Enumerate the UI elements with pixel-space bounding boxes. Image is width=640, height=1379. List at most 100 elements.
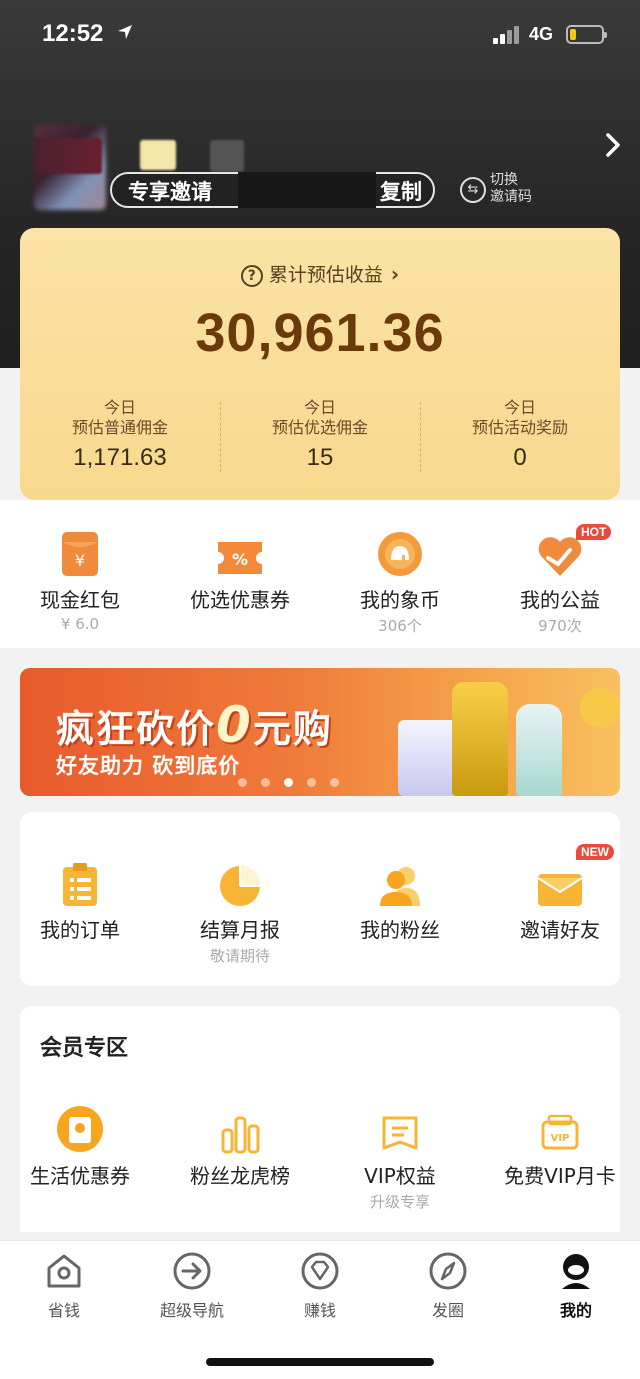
fans-icon	[380, 867, 420, 906]
switch-icon[interactable]: ⇆	[460, 177, 486, 203]
tab-label: 发圈	[431, 1301, 464, 1320]
invite-code-redacted	[238, 172, 376, 208]
switch-invite-code-button[interactable]: 切换 邀请码	[490, 172, 532, 206]
tools-card: 我的订单 结算月报 敬请期待 我的粉丝 NEW 邀请好友	[20, 812, 620, 986]
earnings-column-value: 15	[306, 444, 334, 471]
pagination-dot[interactable]	[330, 778, 339, 787]
order-list-icon	[63, 863, 97, 906]
pagination-dot[interactable]	[238, 778, 247, 787]
promo-banner[interactable]: 疯狂砍价0元购 好友助力 砍到底价	[20, 668, 620, 796]
tool-monthly-report[interactable]: 结算月报 敬请期待	[160, 856, 320, 966]
invite-envelope-icon	[537, 874, 583, 906]
help-icon[interactable]: ?	[240, 265, 263, 287]
tab-earn-money[interactable]: 赚钱	[256, 1251, 384, 1321]
earnings-title-row[interactable]: ? 累计预估收益 ›	[20, 260, 620, 287]
bar-ranking-icon	[221, 1116, 260, 1154]
tool-invite-friends[interactable]: NEW 邀请好友	[480, 844, 640, 966]
member-zone-title: 会员专区	[40, 1036, 129, 1061]
tool-label: 我的粉丝	[360, 918, 440, 942]
tab-label: 超级导航	[159, 1301, 224, 1320]
earnings-column-value: 0	[513, 444, 527, 471]
member-item-label: VIP权益	[364, 1164, 436, 1188]
quick-item-coupon[interactable]: % 优选优惠券	[160, 526, 320, 636]
earnings-total: 30,961.36	[195, 303, 445, 363]
coupon-icon: %	[218, 542, 262, 574]
home-icon	[47, 1254, 81, 1288]
chevron-right-icon[interactable]	[604, 132, 622, 158]
earnings-day: 今日	[503, 398, 536, 417]
tool-label: 邀请好友	[520, 918, 600, 942]
tool-my-fans[interactable]: 我的粉丝	[320, 856, 480, 966]
tab-mine[interactable]: 我的	[512, 1251, 640, 1321]
banner-pagination	[238, 778, 339, 787]
elephant-coin-icon	[378, 532, 422, 576]
tab-label: 赚钱	[303, 1301, 336, 1320]
banner-title-part: 疯狂砍价	[56, 707, 217, 751]
quick-item-cash-red-packet[interactable]: ¥ 现金红包 ¥ 6.0	[0, 526, 160, 636]
member-item-vip-rights[interactable]: VIP权益 升级专享	[320, 1102, 480, 1212]
quick-actions-section: ¥ 现金红包 ¥ 6.0 % 优选优惠券 我的象币 306个 HOT 我的公益 …	[0, 500, 640, 648]
banner-subtitle: 好友助力 砍到底价	[56, 754, 241, 778]
tab-label: 我的	[559, 1301, 592, 1320]
earnings-column: 今日 预估优选佣金 15	[220, 398, 420, 478]
earnings-day: 今日	[303, 398, 336, 417]
username-redacted	[34, 138, 102, 174]
network-type: 4G	[529, 24, 554, 44]
pie-chart-icon	[220, 866, 260, 906]
tool-label: 我的订单	[40, 918, 120, 942]
quick-item-charity[interactable]: HOT 我的公益 970次	[480, 524, 640, 636]
member-item-life-coupon[interactable]: 生活优惠券	[0, 1102, 160, 1212]
member-item-sub: 升级专享	[369, 1193, 430, 1211]
hot-badge: HOT	[576, 524, 612, 540]
profile-icon	[562, 1254, 590, 1289]
svg-text:VIP: VIP	[551, 1133, 570, 1144]
quick-item-label: 现金红包	[40, 588, 120, 612]
member-item-label: 生活优惠券	[30, 1164, 130, 1188]
invite-code-label: 专享邀请	[128, 180, 212, 204]
quick-item-label: 我的公益	[520, 588, 600, 612]
earnings-breakdown: 今日 预估普通佣金 1,171.63 今日 预估优选佣金 15 今日 预估活动奖…	[20, 398, 620, 478]
pagination-dot-active[interactable]	[284, 778, 293, 787]
tab-label: 省钱	[47, 1301, 80, 1320]
tab-super-navigation[interactable]: 超级导航	[128, 1251, 256, 1321]
earnings-column-title: 预估活动奖励	[471, 418, 568, 437]
banner-title-zero: 0	[216, 696, 253, 754]
member-item-label: 免费VIP月卡	[504, 1164, 616, 1188]
earnings-card[interactable]: ? 累计预估收益 › 30,961.36 今日 预估普通佣金 1,171.63 今日…	[20, 228, 620, 500]
vip-card-icon: VIP	[541, 1114, 579, 1150]
quick-item-sub: 970次	[538, 617, 582, 635]
tool-my-orders[interactable]: 我的订单	[0, 856, 160, 966]
compass-icon	[429, 1252, 467, 1290]
username-redacted	[140, 140, 176, 170]
username-redacted	[210, 140, 244, 172]
earnings-day: 今日	[103, 398, 136, 417]
signal-icon	[493, 26, 521, 44]
earnings-column-title: 预估优选佣金	[271, 418, 368, 437]
member-item-vip-card[interactable]: VIP 免费VIP月卡	[480, 1102, 640, 1212]
location-arrow-icon	[118, 25, 132, 39]
life-coupon-icon	[57, 1106, 103, 1152]
quick-item-sub: ¥ 6.0	[60, 615, 100, 633]
tab-save-money[interactable]: 省钱	[0, 1251, 128, 1321]
battery-icon	[566, 25, 607, 44]
member-item-fan-ranking[interactable]: 粉丝龙虎榜	[160, 1102, 320, 1212]
quick-item-elephant-coins[interactable]: 我的象币 306个	[320, 526, 480, 636]
earnings-column: 今日 预估活动奖励 0	[420, 398, 620, 478]
decorative-orb-image	[580, 688, 620, 728]
banner-title: 疯狂砍价0元购	[56, 696, 333, 754]
earnings-column-title: 预估普通佣金	[71, 418, 168, 437]
copy-button[interactable]: 复制	[380, 176, 422, 206]
quick-item-label: 优选优惠券	[190, 588, 290, 612]
product-oil-bottle-image	[452, 682, 508, 796]
vip-rights-icon	[382, 1116, 418, 1150]
invite-code-label-small: 邀请码	[490, 189, 532, 205]
pagination-dot[interactable]	[261, 778, 270, 787]
earnings-title: 累计预估收益	[268, 264, 383, 286]
tab-post-moments[interactable]: 发圈	[384, 1251, 512, 1321]
earnings-column-value: 1,171.63	[73, 444, 167, 471]
chevron-right-icon: ›	[390, 262, 400, 286]
svg-text:%: %	[232, 550, 248, 569]
pagination-dot[interactable]	[307, 778, 316, 787]
charity-heart-icon	[538, 537, 582, 576]
home-indicator[interactable]	[206, 1358, 434, 1366]
